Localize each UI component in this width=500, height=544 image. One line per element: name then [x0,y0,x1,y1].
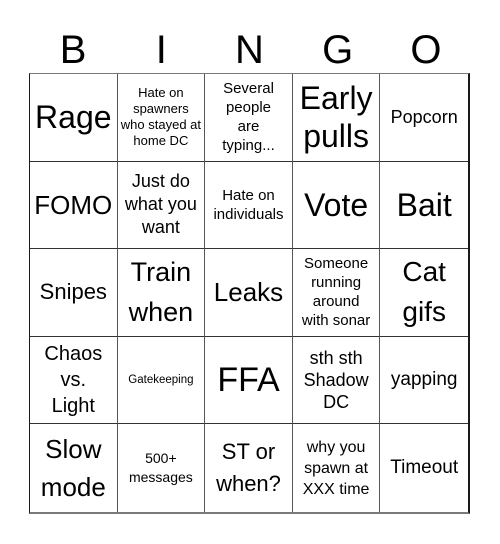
cell-text: yapping [390,369,458,391]
cell-text: Slow mode [40,434,106,503]
bingo-cell[interactable]: Bait [380,162,468,250]
cell-text: Gatekeeping [128,374,194,387]
cell-text: Just do what you want [124,171,197,238]
bingo-cell[interactable]: Gatekeeping [117,336,206,425]
bingo-cell[interactable]: FFA [205,336,293,425]
bingo-cell[interactable]: Snipes [30,249,118,337]
bingo-cell[interactable]: Cat gifs [380,249,468,337]
header-letter-o: O [410,28,442,72]
cell-text: why you spawn at XXX time [302,438,370,498]
bingo-header: B I N G O [29,28,470,73]
cell-text: Several people are typing... [222,80,275,155]
cell-text: Timeout [390,457,459,479]
cell-text: Chaos vs. Light [44,343,103,418]
cell-text: Rage [35,99,112,136]
bingo-cell[interactable]: Someone running around with sonar [292,249,381,337]
cell-text: sth sth Shadow DC [303,348,369,413]
bingo-cell[interactable]: Popcorn [380,74,468,162]
cell-text: Cat gifs [402,256,446,328]
bingo-cell[interactable]: Vote [292,161,381,250]
cell-text: Early pulls [299,80,373,155]
cell-text: Popcorn [390,107,458,128]
bingo-grid: Rage Hate on spawners who stayed at home… [29,73,470,514]
bingo-cell[interactable]: Train when [117,249,206,337]
bingo-cell[interactable]: Hate on individuals [205,161,293,250]
cell-text: Someone running around with sonar [301,255,371,330]
header-letter-b: B [59,28,87,72]
bingo-cell[interactable]: Chaos vs. Light [30,336,118,425]
bingo-cell[interactable]: Timeout [380,424,468,512]
cell-text: Bait [396,186,452,223]
header-letter-g: G [322,28,354,72]
bingo-cell[interactable]: yapping [380,337,468,425]
cell-text: Vote [304,186,369,223]
bingo-cell[interactable]: why you spawn at XXX time [293,424,381,512]
bingo-cell[interactable]: Several people are typing... [205,74,293,162]
cell-text: Leaks [213,277,284,308]
cell-text: Hate on individuals [213,186,284,223]
bingo-cell[interactable]: Hate on spawners who stayed at home DC [117,74,206,162]
cell-text: Train when [128,257,194,328]
cell-text: FFA [217,361,280,400]
cell-text: 500+ messages [128,450,193,486]
cell-text: Snipes [39,279,107,305]
bingo-cell[interactable]: Rage [30,74,118,162]
header-letter-i: I [155,28,167,72]
bingo-cell[interactable]: ST or when? [205,424,293,512]
header-letter-n: N [235,28,264,72]
bingo-cell[interactable]: Slow mode [30,424,118,512]
bingo-cell[interactable]: Leaks [205,249,293,337]
cell-text: Hate on spawners who stayed at home DC [120,85,201,149]
bingo-cell[interactable]: sth sth Shadow DC [292,336,381,425]
bingo-cell[interactable]: 500+ messages [118,424,206,512]
bingo-cell[interactable]: FOMO [30,161,118,250]
bingo-cell[interactable]: Early pulls [292,74,381,162]
bingo-cell[interactable]: Just do what you want [117,161,206,250]
cell-text: ST or when? [216,439,281,497]
cell-text: FOMO [34,189,113,220]
